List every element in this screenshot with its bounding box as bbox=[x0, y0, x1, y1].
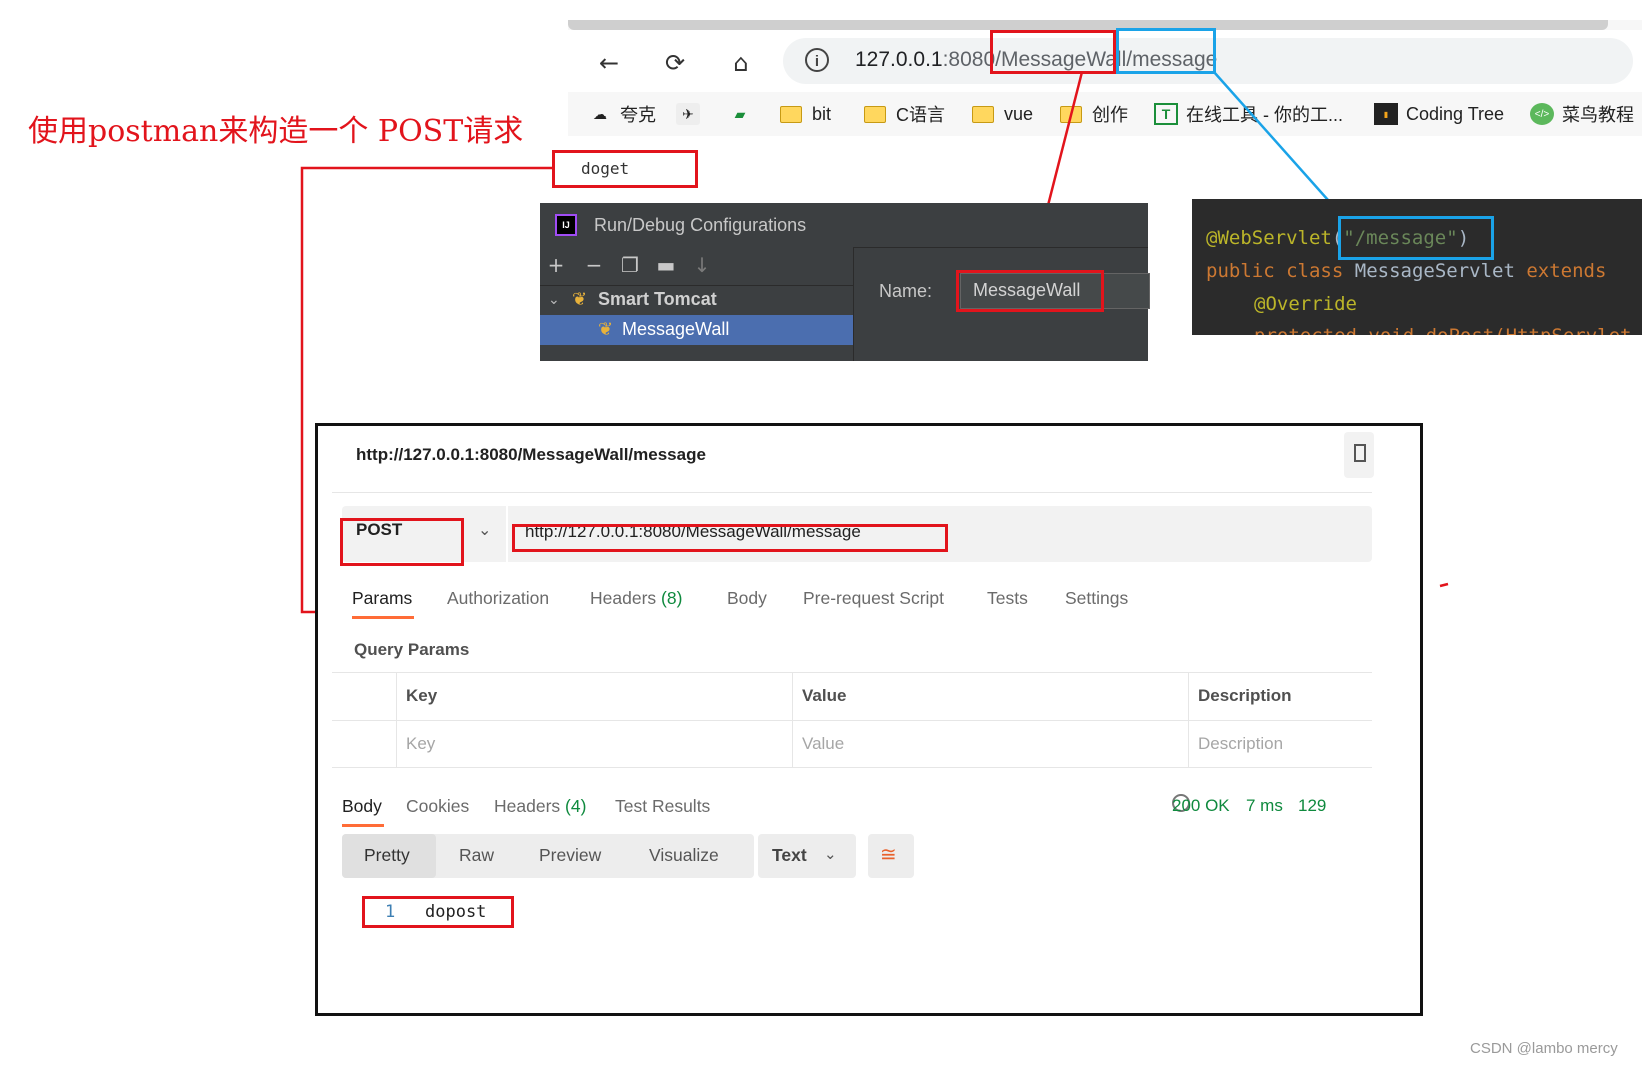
tomcat-icon: ❦ bbox=[598, 319, 614, 339]
save-button[interactable] bbox=[1344, 432, 1374, 478]
dialog-header: IJ Run/Debug Configurations bbox=[540, 203, 1148, 248]
method-signature-token: protected void doPost(HttpServlet bbox=[1254, 325, 1632, 335]
url-highlight bbox=[512, 524, 948, 552]
add-icon[interactable]: + bbox=[544, 253, 568, 277]
postman-window: http://127.0.0.1:8080/MessageWall/messag… bbox=[315, 423, 1423, 1016]
tab-tests[interactable]: Tests bbox=[987, 588, 1028, 609]
response-body-line: 1 dopost bbox=[362, 896, 514, 928]
copy-icon[interactable]: ❐ bbox=[618, 253, 642, 277]
response-status: 200 OK 7 ms 129 bbox=[318, 794, 1426, 826]
annotation-token: @WebServlet bbox=[1206, 227, 1332, 249]
divider bbox=[332, 767, 1372, 768]
config-tree-panel: + − ❐ ▬ ↓ ⌄ ❦ Smart Tomcat ❦ MessageWall bbox=[540, 247, 854, 361]
wrap-lines-button[interactable]: ≅ bbox=[868, 834, 914, 878]
servlet-path-highlight bbox=[1338, 216, 1494, 260]
request-tab-title: http://127.0.0.1:8080/MessageWall/messag… bbox=[356, 445, 706, 464]
tree-item-smart-tomcat[interactable]: ⌄ ❦ Smart Tomcat bbox=[540, 285, 853, 315]
response-text: dopost bbox=[425, 902, 487, 922]
tab-prerequest-script[interactable]: Pre-request Script bbox=[803, 588, 944, 609]
method-highlight bbox=[340, 518, 464, 566]
annotation-title: 使用postman来构造一个 POST请求 bbox=[28, 114, 524, 149]
code-line-2: public class MessageServlet extends bbox=[1206, 260, 1606, 282]
code-line-4: protected void doPost(HttpServlet bbox=[1254, 325, 1632, 335]
query-params-table: Key Value Description Key Value Descript… bbox=[332, 672, 1372, 768]
watermark: CSDN @lambo mercy bbox=[1470, 1040, 1618, 1057]
remove-icon[interactable]: − bbox=[582, 253, 606, 277]
chevron-down-icon: ⌄ bbox=[824, 845, 837, 863]
line-number: 1 bbox=[385, 902, 396, 922]
sort-icon[interactable]: ↓ bbox=[690, 253, 714, 277]
divider bbox=[332, 492, 1372, 493]
view-preview[interactable]: Preview bbox=[539, 845, 601, 866]
divider bbox=[332, 720, 1372, 721]
headers-count: (8) bbox=[661, 588, 683, 608]
description-input[interactable]: Description bbox=[1198, 734, 1283, 754]
column-header-value: Value bbox=[802, 686, 847, 705]
dialog-title: Run/Debug Configurations bbox=[594, 215, 807, 235]
divider bbox=[792, 672, 793, 768]
name-highlight bbox=[956, 270, 1104, 312]
name-label: Name: bbox=[879, 281, 933, 301]
stray-mark bbox=[1439, 582, 1449, 588]
view-pretty[interactable]: Pretty bbox=[364, 845, 410, 866]
tab-headers[interactable]: Headers (8) bbox=[590, 588, 682, 609]
folder-add-icon[interactable]: ▬ bbox=[654, 253, 678, 277]
status-code[interactable]: 200 OK bbox=[1172, 796, 1230, 816]
response-size[interactable]: 129 bbox=[1298, 796, 1326, 816]
column-header-key: Key bbox=[406, 686, 438, 705]
column-header-description: Description bbox=[1198, 686, 1292, 705]
tab-headers-label: Headers bbox=[590, 588, 657, 608]
value-input[interactable]: Value bbox=[802, 734, 844, 754]
format-dropdown[interactable]: Text ⌄ bbox=[758, 834, 856, 878]
keyword-token: public bbox=[1206, 260, 1275, 282]
divider bbox=[332, 672, 1372, 673]
save-icon bbox=[1354, 444, 1366, 462]
tree-child-label: MessageWall bbox=[622, 319, 730, 339]
view-mode-group: Pretty Raw Preview Visualize bbox=[342, 834, 754, 878]
tree-parent-label: Smart Tomcat bbox=[598, 289, 717, 309]
class-name-token: MessageServlet bbox=[1354, 260, 1515, 282]
blue-connector-line bbox=[1213, 71, 1345, 219]
view-visualize[interactable]: Visualize bbox=[649, 845, 719, 866]
format-label: Text bbox=[772, 845, 807, 865]
intellij-logo-icon: IJ bbox=[555, 214, 577, 236]
wrap-lines-icon: ≅ bbox=[880, 842, 897, 866]
response-time[interactable]: 7 ms bbox=[1246, 796, 1283, 816]
chevron-down-icon: ⌄ bbox=[548, 292, 560, 308]
divider bbox=[396, 672, 397, 768]
chevron-down-icon[interactable]: ⌄ bbox=[478, 520, 491, 539]
divider bbox=[1188, 672, 1189, 768]
tomcat-icon: ❦ bbox=[572, 289, 588, 309]
view-raw[interactable]: Raw bbox=[459, 845, 494, 866]
keyword-token: class bbox=[1286, 260, 1344, 282]
active-tab-indicator bbox=[352, 616, 414, 619]
key-input[interactable]: Key bbox=[406, 734, 435, 754]
divider bbox=[506, 506, 508, 562]
query-params-title: Query Params bbox=[354, 640, 470, 659]
doget-box: doget bbox=[552, 150, 698, 188]
code-line-3: @Override bbox=[1254, 293, 1357, 315]
tab-settings[interactable]: Settings bbox=[1065, 588, 1128, 609]
tree-item-messagewall[interactable]: ❦ MessageWall bbox=[540, 315, 853, 345]
config-toolbar: + − ❐ ▬ ↓ bbox=[540, 247, 853, 286]
annotation-token: @Override bbox=[1254, 293, 1357, 315]
tab-authorization[interactable]: Authorization bbox=[447, 588, 549, 609]
keyword-token: extends bbox=[1526, 260, 1607, 282]
tab-params[interactable]: Params bbox=[352, 588, 412, 609]
tab-body[interactable]: Body bbox=[727, 588, 767, 609]
doget-text: doget bbox=[581, 159, 630, 178]
